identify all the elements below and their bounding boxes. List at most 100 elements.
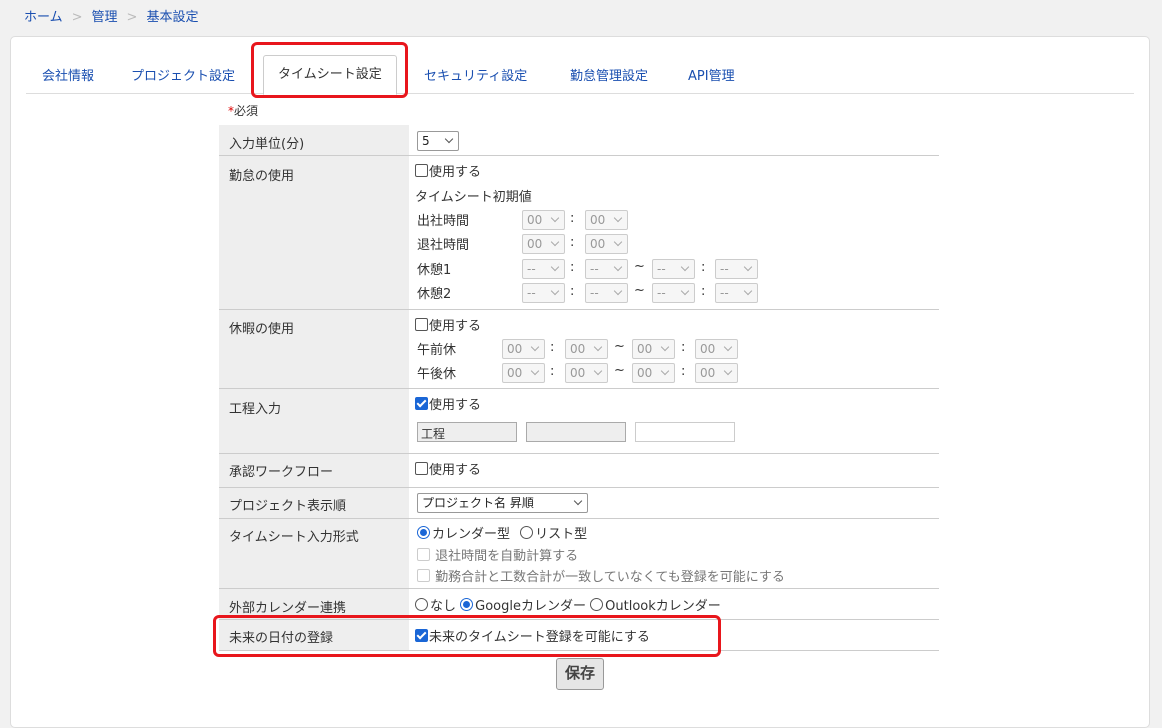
tab-project-settings[interactable]: プロジェクト設定	[131, 65, 235, 84]
break1-end-minute-select[interactable]: --	[715, 259, 758, 279]
break2-start-hour-select[interactable]: --	[522, 283, 565, 303]
input-unit-label: 入力単位(分)	[219, 125, 409, 155]
pm-leave-start-minute-select[interactable]: 00	[565, 363, 608, 383]
radio-none-wrap[interactable]: なし	[415, 598, 456, 614]
auto-calc-checkbox[interactable]	[417, 548, 430, 561]
breadcrumb: ホーム > 管理 > 基本設定	[24, 6, 198, 25]
auto-calc-label: 退社時間を自動計算する	[435, 549, 579, 564]
radio-calendar[interactable]	[417, 526, 430, 539]
process-input-label: 工程入力	[219, 389, 409, 453]
auto-calc-wrap[interactable]: 退社時間を自動計算する	[417, 545, 578, 564]
timesheet-format-radios: カレンダー型 リスト型	[417, 523, 587, 542]
clock-in-minute-select[interactable]: 00	[585, 210, 628, 230]
am-leave-end-minute-select[interactable]: 00	[695, 339, 738, 359]
am-leave-end-hour-value: 00	[637, 342, 653, 356]
chevron-down-icon	[550, 286, 560, 296]
attendance-use-label: 勤怠の使用	[219, 156, 409, 309]
leave-use-label: 休暇の使用	[219, 310, 409, 388]
pm-leave-label: 午後休	[417, 367, 457, 382]
break2-end-hour-select[interactable]: --	[652, 283, 695, 303]
radio-calendar-label: カレンダー型	[432, 527, 511, 542]
radio-google-wrap[interactable]: Googleカレンダー	[460, 598, 586, 614]
chevron-down-icon	[550, 213, 560, 223]
process-name-input-1[interactable]: 工程	[417, 422, 517, 442]
allow-mismatch-wrap[interactable]: 勤務合計と工数合計が一致していなくても登録を可能にする	[417, 566, 785, 585]
input-unit-select[interactable]: 5	[417, 131, 459, 151]
pm-leave-start-hour-select[interactable]: 00	[502, 363, 545, 383]
am-leave-start-hour-select[interactable]: 00	[502, 339, 545, 359]
breadcrumb-separator: >	[71, 10, 83, 25]
pm-leave-end-minute-select[interactable]: 00	[695, 363, 738, 383]
break1-row: 休憩1 -- : -- ~ -- : --	[417, 259, 937, 279]
attendance-use-checkbox-wrap[interactable]: 使用する	[415, 161, 481, 180]
process-name-input-3[interactable]	[635, 422, 735, 442]
am-leave-start-minute-select[interactable]: 00	[565, 339, 608, 359]
clock-in-hour-value: 00	[527, 213, 543, 227]
project-order-select[interactable]: プロジェクト名 昇順	[417, 493, 588, 513]
radio-list[interactable]	[520, 526, 534, 539]
radio-list-wrap[interactable]: リスト型	[520, 526, 587, 542]
clock-out-hour-select[interactable]: 00	[522, 234, 565, 254]
breadcrumb-current-link[interactable]: 基本設定	[146, 10, 198, 25]
colon-separator: :	[701, 260, 706, 275]
chevron-down-icon	[680, 262, 690, 272]
break2-start-minute-select[interactable]: --	[585, 283, 628, 303]
chevron-down-icon	[593, 366, 603, 376]
clock-out-minute-value: 00	[590, 237, 606, 251]
chevron-down-icon	[680, 286, 690, 296]
attendance-use-checkbox[interactable]	[415, 164, 428, 177]
chevron-down-icon	[743, 262, 753, 272]
leave-use-checkbox-wrap[interactable]: 使用する	[415, 315, 481, 334]
break2-end-minute-select[interactable]: --	[715, 283, 758, 303]
chevron-down-icon	[613, 262, 623, 272]
break1-start-hour-select[interactable]: --	[522, 259, 565, 279]
clock-out-label: 退社時間	[417, 238, 470, 253]
clock-in-row: 出社時間 00 : 00	[417, 210, 937, 230]
break1-end-hour-select[interactable]: --	[652, 259, 695, 279]
tab-company-info[interactable]: 会社情報	[42, 65, 94, 84]
clock-in-hour-select[interactable]: 00	[522, 210, 565, 230]
break2-end-minute-value: --	[720, 286, 729, 300]
radio-google[interactable]	[460, 598, 474, 611]
am-leave-start-hour-value: 00	[507, 342, 523, 356]
chevron-down-icon	[613, 286, 623, 296]
break1-start-minute-select[interactable]: --	[585, 259, 628, 279]
chevron-down-icon	[530, 366, 540, 376]
breadcrumb-separator: >	[126, 10, 138, 25]
highlight-box-tab	[251, 42, 408, 98]
am-leave-end-hour-select[interactable]: 00	[632, 339, 675, 359]
radio-outlook-wrap[interactable]: Outlookカレンダー	[590, 598, 721, 614]
leave-use-checkbox[interactable]	[415, 318, 428, 331]
allow-mismatch-checkbox[interactable]	[417, 569, 430, 582]
breadcrumb-admin-link[interactable]: 管理	[92, 10, 118, 25]
pm-leave-row: 午後休 00 : 00 ~ 00 : 00	[417, 363, 937, 383]
chevron-down-icon	[660, 366, 670, 376]
clock-out-minute-select[interactable]: 00	[585, 234, 628, 254]
row-process-input: 工程入力 使用する 工程	[219, 389, 939, 454]
tilde-separator: ~	[614, 339, 625, 354]
breadcrumb-home-link[interactable]: ホーム	[24, 10, 63, 25]
break2-start-minute-value: --	[590, 286, 599, 300]
save-button[interactable]: 保存	[556, 658, 604, 690]
pm-leave-end-hour-select[interactable]: 00	[632, 363, 675, 383]
radio-outlook[interactable]	[590, 598, 604, 611]
tab-api-management[interactable]: API管理	[688, 65, 735, 84]
row-input-unit: 入力単位(分) 5	[219, 125, 939, 156]
process-input-checkbox-wrap[interactable]: 使用する	[415, 394, 481, 413]
approval-workflow-checkbox[interactable]	[415, 462, 428, 475]
process-fields: 工程	[417, 422, 937, 442]
tab-security-settings[interactable]: セキュリティ設定	[424, 65, 527, 84]
approval-workflow-checkbox-wrap[interactable]: 使用する	[415, 459, 481, 478]
pm-leave-end-minute-value: 00	[700, 366, 716, 380]
radio-outlook-label: Outlookカレンダー	[605, 599, 721, 614]
process-name-input-2[interactable]	[526, 422, 626, 442]
radio-calendar-wrap[interactable]: カレンダー型	[417, 526, 511, 542]
pm-leave-start-hour-value: 00	[507, 366, 523, 380]
row-leave-use: 休暇の使用 使用する 午前休 00 : 00 ~ 00 : 00 午後休 00 …	[219, 310, 939, 389]
project-order-value: プロジェクト名 昇順	[422, 496, 534, 510]
radio-none[interactable]	[415, 598, 428, 611]
break2-start-hour-value: --	[527, 286, 536, 300]
colon-separator: :	[681, 364, 686, 379]
process-input-checkbox[interactable]	[415, 397, 428, 410]
tab-attendance-settings[interactable]: 勤怠管理設定	[570, 65, 648, 84]
